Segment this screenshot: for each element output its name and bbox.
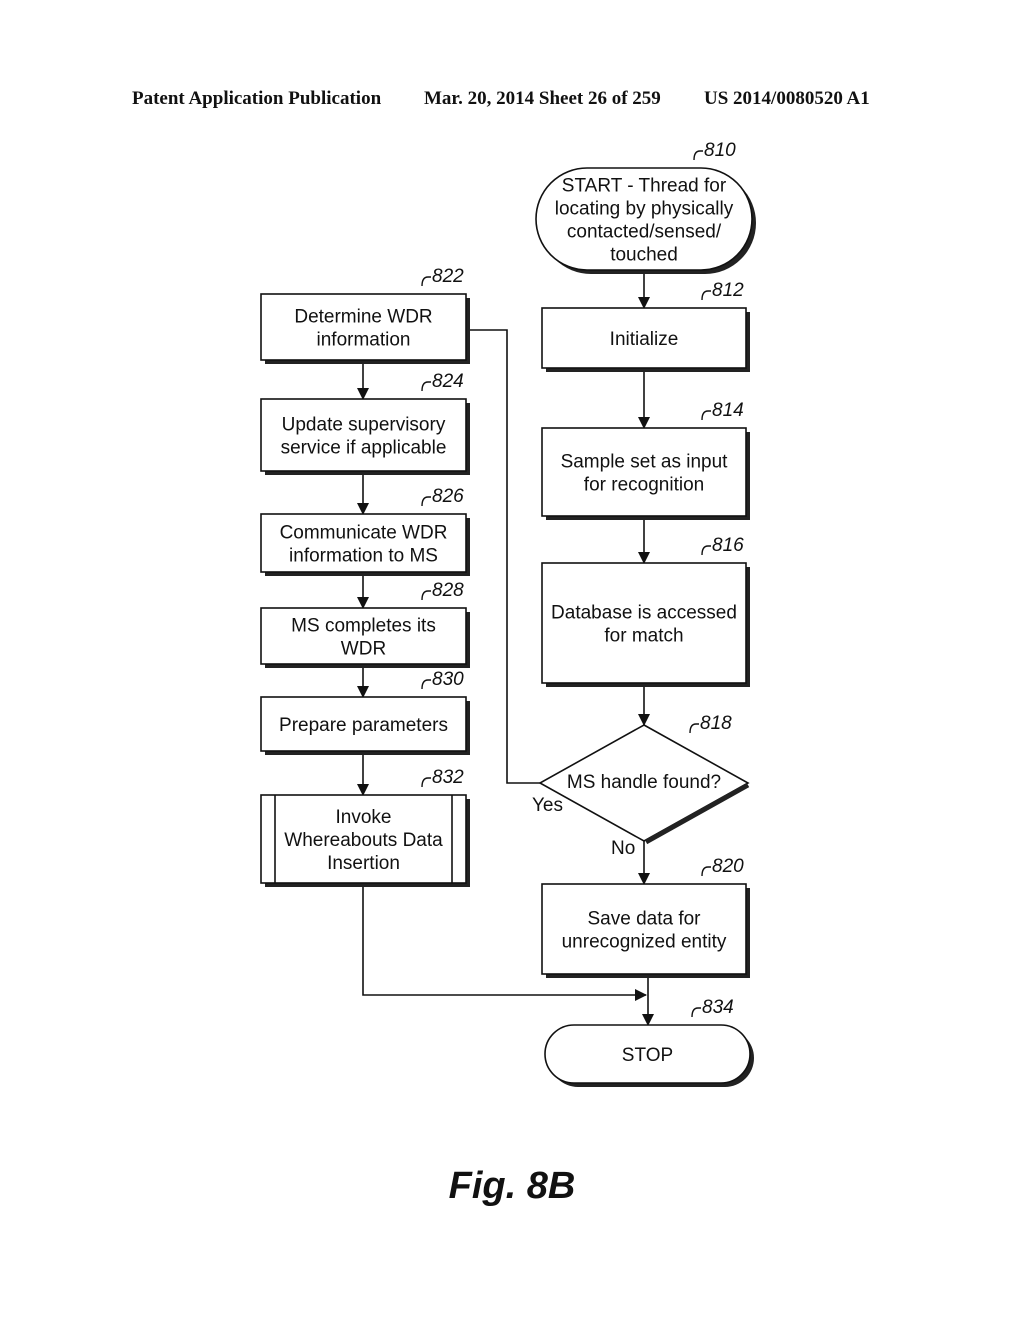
reference-leader [421,381,431,392]
node-text-line: Initialize [610,329,679,350]
reference-number: 822 [432,266,464,287]
edge-818-822-yes [468,330,540,784]
node-text-line: MS completes its [291,616,436,637]
reference-number: 812 [712,280,744,301]
reference-leader [691,1007,701,1018]
node-text-line: Database is accessed [551,603,737,624]
node-text-line: locating by physically [555,199,734,220]
flow-node-814: Sample set as inputfor recognition 814 [541,400,750,520]
reference-leader [701,545,711,556]
node-text-line: service if applicable [281,438,447,459]
node-text-line: touched [610,245,678,266]
reference-leader [701,290,711,301]
node-text-line: Save data for [587,909,701,930]
edge-label-no: No [611,838,635,859]
node-text-line: Communicate WDR [280,523,448,544]
reference-leader [689,723,699,734]
flow-node-828: MS completes itsWDR 828 [260,580,470,668]
flow-node-822: Determine WDRinformation 822 [260,266,470,364]
flow-node-824: Update supervisoryservice if applicable 8… [260,371,470,475]
flowchart: START - Thread forlocating by physically… [260,140,756,1087]
flow-node-810: START - Thread forlocating by physically… [535,140,756,274]
node-text-line: Determine WDR [294,307,432,328]
node-text-line: Invoke [336,807,392,828]
node-text-line: information to MS [289,546,438,567]
node-text-line: MS handle found? [567,772,721,793]
reference-leader [421,496,431,507]
node-text-line: Prepare parameters [279,715,448,736]
reference-leader [701,866,711,877]
reference-number: 826 [432,486,464,507]
node-text-line: START - Thread for [562,176,727,197]
node-text-line: WDR [341,639,386,660]
reference-number: 816 [712,535,744,556]
reference-number: 834 [702,997,734,1018]
reference-number: 810 [704,140,736,161]
flow-node-826: Communicate WDRinformation to MS 826 [260,486,470,576]
reference-number: 830 [432,669,464,690]
reference-number: 828 [432,580,464,601]
node-text-line: for match [604,626,683,647]
edge-label-yes: Yes [532,795,563,816]
reference-leader [701,410,711,421]
node-text-line: contacted/sensed/ [567,222,722,243]
node-text-line: information [317,330,411,351]
reference-number: 824 [432,371,464,392]
flow-node-816: Database is accessedfor match 816 [541,535,750,687]
reference-leader [421,276,431,287]
reference-number: 820 [712,856,744,877]
node-text-line: Insertion [327,853,400,874]
flow-node-818: MS handle found? 818 [538,713,750,845]
node-text-line: Whereabouts Data [284,830,443,851]
reference-leader [693,150,703,161]
flow-node-830: Prepare parameters 830 [260,669,470,755]
node-text-line: for recognition [584,475,704,496]
flow-node-832: InvokeWhereabouts DataInsertion 832 [260,767,470,887]
node-text-line: STOP [622,1045,673,1066]
reference-leader [421,777,431,788]
reference-number: 814 [712,400,744,421]
flow-node-834: STOP 834 [544,997,754,1087]
node-text-line: unrecognized entity [562,932,727,953]
reference-number: 832 [432,767,464,788]
reference-leader [421,590,431,601]
reference-leader [421,679,431,690]
node-text-line: Update supervisory [282,415,446,436]
nodes-layer: START - Thread forlocating by physically… [260,140,756,1087]
node-text-line: Sample set as input [561,452,729,473]
reference-number: 818 [700,713,732,734]
flow-node-812: Initialize 812 [541,280,750,372]
flow-node-820: Save data forunrecognized entity 820 [541,856,750,978]
figure-caption: Fig. 8B [448,1165,576,1207]
